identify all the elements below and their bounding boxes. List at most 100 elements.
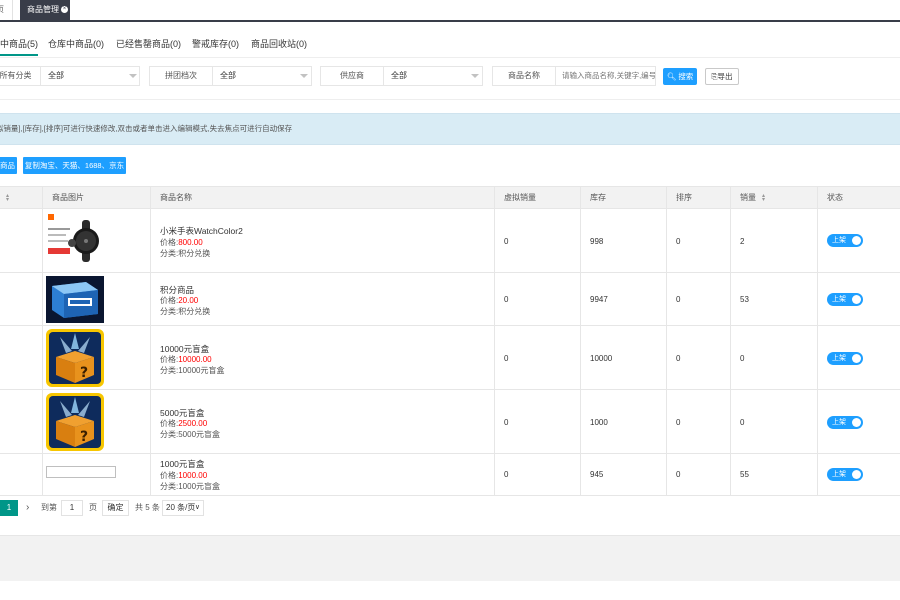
virtual-sales-cell[interactable]: 0 <box>494 470 508 479</box>
product-category: 分类:积分兑换 <box>160 248 210 259</box>
product-image-mystery-box[interactable]: ? <box>46 329 104 387</box>
status-toggle[interactable]: 上架 <box>827 416 863 429</box>
sort-icon[interactable]: ▴ ▾ <box>6 193 9 203</box>
column-header-sales-label: 销量 <box>740 193 756 202</box>
product-category: 分类:10000元盲盒 <box>160 365 224 376</box>
product-management-page: 首页 商品管理× 出售中商品(5) 仓库中商品(0) 已经售罄商品(0) 警戒库… <box>0 0 900 600</box>
search-button-label: 搜索 <box>678 72 694 81</box>
product-name[interactable]: 小米手表WatchColor2 <box>160 225 243 237</box>
sort-cell[interactable]: 0 <box>666 295 680 304</box>
column-header-id[interactable]: ID▴▾ <box>0 187 9 208</box>
virtual-sales-cell[interactable]: 0 <box>494 354 508 363</box>
sort-cell[interactable]: 0 <box>666 354 680 363</box>
category-prefix: 分类: <box>160 430 179 439</box>
column-header-virtual-sales: 虚拟销量 <box>504 193 536 202</box>
product-name-search-input[interactable] <box>556 67 655 85</box>
chevron-down-icon <box>471 74 479 78</box>
tab-stock-alert[interactable]: 警戒库存(0) <box>192 34 239 54</box>
column-header-status: 状态 <box>827 193 843 202</box>
group-level-select-value: 全部 <box>220 71 236 80</box>
group-level-filter-label: 拼团档次 <box>150 67 213 85</box>
broken-image-icon[interactable] <box>46 466 116 478</box>
column-header-sort: 排序 <box>676 193 692 202</box>
category-prefix: 分类: <box>160 366 179 375</box>
status-toggle-label: 上架 <box>832 471 846 478</box>
chevron-right-icon[interactable]: › <box>26 500 29 516</box>
product-price: 价格:800.00 <box>160 237 203 248</box>
virtual-sales-cell[interactable]: 0 <box>494 237 508 246</box>
price-prefix: 价格: <box>160 296 179 305</box>
sales-cell: 0 <box>740 354 745 363</box>
product-status-tabs: 出售中商品(5) 仓库中商品(0) 已经售罄商品(0) 警戒库存(0) 商品回收… <box>0 34 900 56</box>
page-number-input[interactable]: 1 <box>61 500 83 516</box>
toggle-knob <box>852 418 861 427</box>
page-current[interactable]: 1 <box>0 500 18 516</box>
sort-icon[interactable]: ▴ ▾ <box>762 193 765 203</box>
column-divider <box>666 186 667 496</box>
sales-cell: 0 <box>740 418 745 427</box>
column-divider <box>150 186 151 496</box>
product-price: 价格:1000.00 <box>160 470 207 481</box>
price-value: 2500.00 <box>178 419 208 428</box>
supplier-select-value: 全部 <box>391 71 407 80</box>
table-header: ID▴▾ 商品图片 商品名称 虚拟销量 库存 排序 销量 ▴▾ 状态 <box>0 186 900 209</box>
page-size-select[interactable]: 20 条/页 ∨ <box>162 500 204 516</box>
category-prefix: 分类: <box>160 249 179 258</box>
chevron-down-icon: ∨ <box>194 504 200 511</box>
product-name-filter-label: 商品名称 <box>493 67 556 85</box>
product-image-points-box[interactable] <box>46 276 104 323</box>
tab-recycle-bin[interactable]: 商品回收站(0) <box>251 34 307 54</box>
stock-cell[interactable]: 9947 <box>580 295 608 304</box>
page-size-value: 20 条/页 <box>166 503 196 512</box>
product-name[interactable]: 1000元盲盒 <box>160 458 204 470</box>
status-toggle[interactable]: 上架 <box>827 352 863 365</box>
virtual-sales-cell[interactable]: 0 <box>494 418 508 427</box>
goto-confirm-button[interactable]: 确定 <box>102 500 129 516</box>
product-image-watch[interactable] <box>46 212 104 270</box>
price-prefix: 价格: <box>160 419 179 428</box>
toggle-knob <box>852 470 861 479</box>
stock-cell[interactable]: 945 <box>580 470 603 479</box>
export-button[interactable]: ⎘导出 <box>705 68 739 85</box>
table-row: 1000元盲盒 价格:1000.00 分类:1000元盲盒 0 945 0 55… <box>0 454 900 496</box>
search-button[interactable]: 🔍︎ 搜索 <box>663 68 697 85</box>
price-value: 20.00 <box>178 296 199 305</box>
status-toggle-label: 上架 <box>832 237 846 244</box>
product-price: 价格:20.00 <box>160 295 198 306</box>
group-level-filter[interactable]: 拼团档次 全部 <box>149 66 312 86</box>
close-icon[interactable]: × <box>61 6 68 14</box>
product-category: 分类:积分兑换 <box>160 306 210 317</box>
toggle-knob <box>852 236 861 245</box>
category-value: 10000元盲盒 <box>178 366 225 375</box>
tab-on-sale[interactable]: 出售中商品(5) <box>0 34 38 56</box>
add-product-button[interactable]: 添加商品 <box>0 157 17 174</box>
sort-cell[interactable]: 0 <box>666 237 680 246</box>
sort-cell[interactable]: 0 <box>666 470 680 479</box>
supplier-filter[interactable]: 供应商 全部 <box>320 66 483 86</box>
product-category: 分类:1000元盲盒 <box>160 481 220 492</box>
copy-from-platforms-button[interactable]: 复制淘宝、天猫、1688、京东 <box>23 157 126 174</box>
tab-sold-out[interactable]: 已经售罄商品(0) <box>116 34 181 54</box>
virtual-sales-cell[interactable]: 0 <box>494 295 508 304</box>
status-toggle[interactable]: 上架 <box>827 468 863 481</box>
sort-cell[interactable]: 0 <box>666 418 680 427</box>
category-filter[interactable]: 所有分类 全部 <box>0 66 140 86</box>
price-value: 800.00 <box>178 238 203 247</box>
tab-product-management[interactable]: 商品管理 × <box>20 0 70 20</box>
svg-text:?: ? <box>80 429 88 445</box>
svg-text:?: ? <box>80 365 88 381</box>
column-header-sales[interactable]: 销量 ▴ ▾ <box>730 187 765 208</box>
top-tab-bar: 首页 商品管理× <box>0 0 900 22</box>
status-toggle[interactable]: 上架 <box>827 234 863 247</box>
tab-in-warehouse[interactable]: 仓库中商品(0) <box>48 34 104 54</box>
product-price: 价格:10000.00 <box>160 354 212 365</box>
status-toggle[interactable]: 上架 <box>827 293 863 306</box>
category-value: 积分兑换 <box>178 307 211 316</box>
stock-cell[interactable]: 10000 <box>580 354 612 363</box>
price-prefix: 价格: <box>160 238 179 247</box>
tab-home[interactable]: 首页 <box>0 0 13 20</box>
goto-label: 到第 <box>41 503 57 512</box>
stock-cell[interactable]: 998 <box>580 237 603 246</box>
stock-cell[interactable]: 1000 <box>580 418 608 427</box>
product-image-mystery-box[interactable]: ? <box>46 393 104 451</box>
